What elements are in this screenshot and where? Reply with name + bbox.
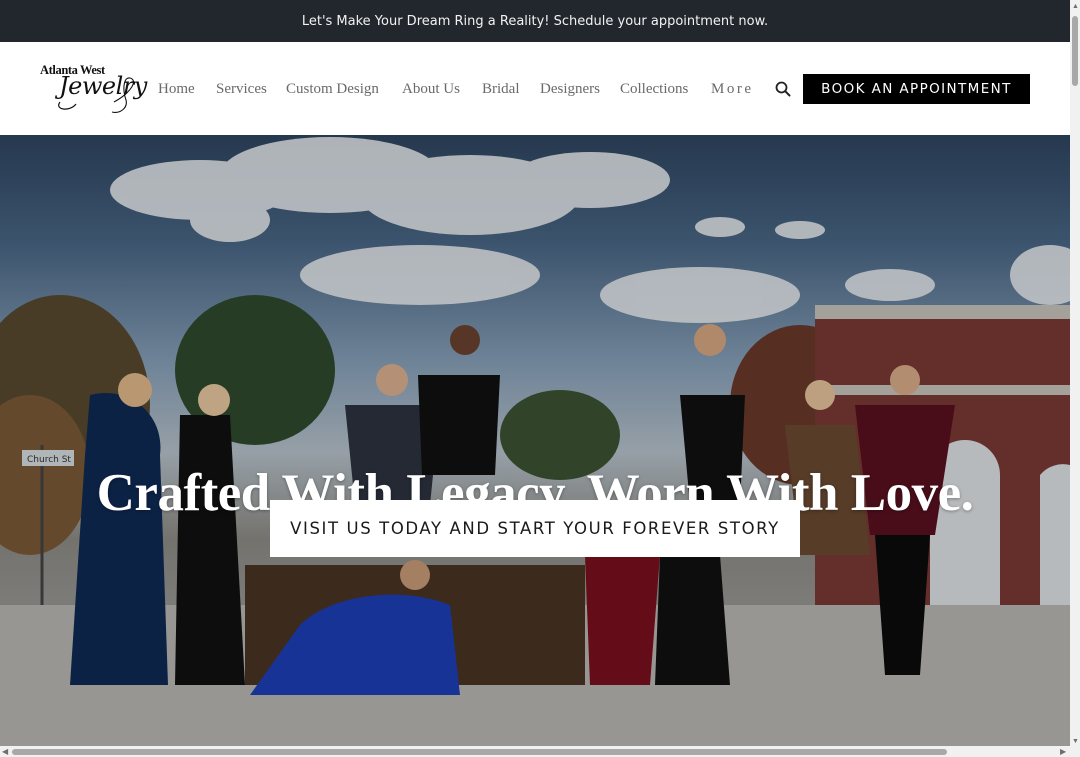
nav-item-collections[interactable]: Collections [620,78,688,100]
horizontal-scroll-thumb[interactable] [12,749,947,755]
nav-item-custom-design[interactable]: Custom Design [286,78,379,100]
hero-overlay [0,135,1070,746]
horizontal-scrollbar[interactable]: ◀ ▶ [0,746,1070,757]
scroll-up-arrow-icon[interactable]: ▲ [1072,3,1079,11]
nav-item-about-us[interactable]: About Us [402,78,460,100]
vertical-scroll-thumb[interactable] [1072,16,1078,86]
site-header: Atlanta West Jewelry Home Services Custo… [0,42,1070,135]
announcement-bar[interactable]: Let's Make Your Dream Ring a Reality! Sc… [0,0,1070,42]
scroll-left-arrow-icon[interactable]: ◀ [2,747,8,756]
vertical-scrollbar[interactable]: ▲ ▼ [1070,0,1080,757]
book-appointment-button[interactable]: BOOK AN APPOINTMENT [803,74,1030,104]
search-icon [775,81,791,97]
nav-item-home[interactable]: Home [158,78,195,100]
nav-item-services[interactable]: Services [216,78,267,100]
hero-section: Church St Crafted With Legacy. Worn With… [0,135,1070,746]
announcement-text[interactable]: Let's Make Your Dream Ring a Reality! Sc… [302,14,768,29]
hero-image: Church St [0,135,1070,746]
hero-cta-button[interactable]: VISIT US TODAY AND START YOUR FOREVER ST… [270,500,800,557]
nav-item-more[interactable]: More [711,78,754,100]
scroll-down-arrow-icon[interactable]: ▼ [1072,738,1079,746]
nav-item-bridal[interactable]: Bridal [482,78,520,100]
nav-item-designers[interactable]: Designers [540,78,600,100]
search-button[interactable] [773,78,793,100]
scroll-right-arrow-icon[interactable]: ▶ [1060,747,1066,756]
